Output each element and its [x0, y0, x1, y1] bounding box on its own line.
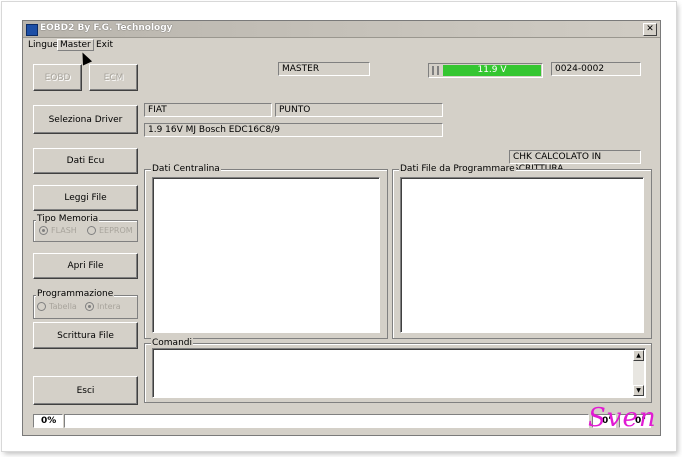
dati-ecu-button[interactable]: Dati Ecu [33, 148, 138, 174]
radio-flash-label: FLASH [51, 226, 77, 235]
radio-flash[interactable]: FLASH [39, 226, 77, 235]
comandi-scrollbar[interactable]: ▲ ▼ [633, 350, 644, 396]
close-button[interactable]: ✕ [643, 23, 657, 36]
checksum-field: CHK CALCOLATO IN SCRITTURA [509, 150, 641, 174]
version-field: 0024-0002 [551, 62, 641, 76]
leggi-file-button[interactable]: Leggi File [33, 185, 138, 211]
radio-tabella-label: Tabella [49, 302, 77, 311]
watermark: Sven [588, 403, 657, 433]
dati-centralina-panel[interactable] [152, 177, 380, 333]
dati-file-panel[interactable] [400, 177, 644, 333]
mode-field: MASTER [278, 62, 370, 76]
window-title: EOBD2 By F.G. Technology [40, 23, 173, 33]
voltage-tick [437, 66, 439, 75]
radio-eeprom[interactable]: EEPROM [87, 226, 133, 235]
radio-icon [37, 302, 46, 311]
radio-tabella[interactable]: Tabella [37, 302, 77, 311]
scrittura-file-button[interactable]: Scrittura File [33, 322, 138, 349]
vehicle-make-field: FIAT [144, 103, 272, 117]
menu-master[interactable]: Master [57, 39, 94, 51]
programmazione-label: Programmazione [36, 289, 115, 299]
radio-icon [39, 226, 48, 235]
tipo-memoria-label: Tipo Memoria [36, 214, 100, 224]
app-icon [26, 24, 38, 36]
scroll-up-icon[interactable]: ▲ [633, 350, 644, 361]
comandi-label: Comandi [151, 338, 193, 348]
title-bar: EOBD2 By F.G. Technology ✕ [23, 21, 660, 38]
radio-eeprom-label: EEPROM [99, 226, 133, 235]
menu-lingue[interactable]: Lingue [26, 40, 60, 50]
radio-intera-label: Intera [97, 302, 121, 311]
esci-button[interactable]: Esci [33, 376, 138, 405]
dati-file-label: Dati File da Programmare [399, 164, 516, 174]
scroll-down-icon[interactable]: ▼ [633, 385, 644, 396]
dati-centralina-label: Dati Centralina [151, 164, 221, 174]
radio-intera[interactable]: Intera [85, 302, 121, 311]
app-window: EOBD2 By F.G. Technology ✕ Lingue Master… [22, 20, 661, 436]
menu-bar: Lingue Master Exit [23, 39, 660, 53]
comandi-textarea[interactable]: ▲ ▼ [152, 348, 646, 398]
progress-bar [64, 414, 589, 428]
menu-exit[interactable]: Exit [94, 40, 115, 50]
voltage-value: 11.9 V [443, 65, 541, 76]
ecm-button[interactable]: ECM [89, 64, 138, 91]
voltage-meter: 11.9 V [428, 63, 543, 78]
progress-percent: 0% [33, 414, 63, 428]
apri-file-button[interactable]: Apri File [33, 253, 138, 279]
vehicle-model-field: PUNTO [275, 103, 443, 117]
eobd-button[interactable]: EOBD [33, 64, 82, 91]
radio-icon [85, 302, 94, 311]
radio-icon [87, 226, 96, 235]
seleziona-driver-button[interactable]: Seleziona Driver [33, 105, 138, 134]
voltage-tick [432, 66, 434, 75]
vehicle-engine-field: 1.9 16V MJ Bosch EDC16C8/9 [144, 123, 443, 137]
